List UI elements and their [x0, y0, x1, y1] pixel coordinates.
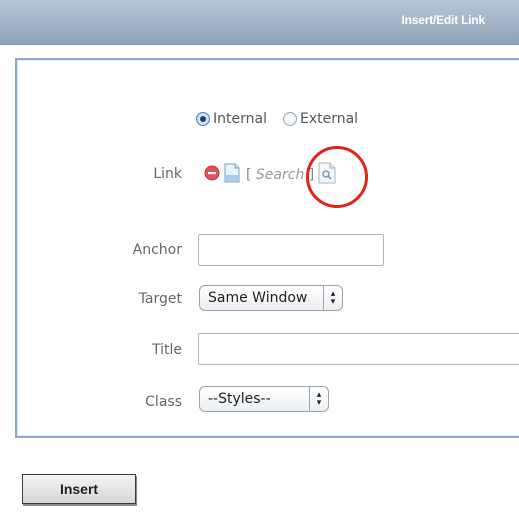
anchor-input[interactable] — [198, 234, 384, 266]
target-select[interactable]: Same Window ▴ ▾ — [199, 285, 343, 311]
select-arrows-icon: ▴ ▾ — [323, 286, 342, 310]
remove-link-icon[interactable] — [204, 165, 220, 185]
dialog-titlebar: Insert/Edit Link — [0, 0, 519, 45]
internal-radio[interactable] — [196, 112, 210, 126]
external-radio[interactable] — [282, 112, 297, 126]
insert-button[interactable]: Insert — [22, 474, 136, 504]
internal-radio-label[interactable]: Internal — [213, 111, 267, 127]
class-label: Class — [145, 394, 182, 410]
external-radio-label[interactable]: External — [300, 111, 358, 127]
highlight-circle-annotation — [306, 146, 368, 208]
search-open-bracket: [ — [246, 167, 252, 183]
search-link-placeholder: [ Search ] — [246, 167, 314, 183]
class-select-value: --Styles-- — [208, 391, 271, 407]
title-input[interactable] — [198, 333, 519, 365]
radio-dot-icon — [200, 116, 206, 122]
class-select[interactable]: --Styles-- ▴ ▾ — [199, 386, 329, 412]
target-label: Target — [138, 291, 182, 307]
target-select-value: Same Window — [208, 290, 308, 306]
title-label: Title — [151, 342, 182, 358]
page-icon — [224, 163, 240, 187]
anchor-label: Anchor — [132, 242, 182, 258]
select-arrows-icon: ▴ ▾ — [309, 387, 328, 411]
link-type-group: Internal External — [196, 111, 374, 127]
dialog-title: Insert/Edit Link — [401, 13, 486, 27]
insert-edit-link-dialog: Insert/Edit Link Internal External Link … — [0, 0, 519, 529]
link-label: Link — [153, 166, 182, 182]
search-text: Search — [255, 167, 305, 183]
